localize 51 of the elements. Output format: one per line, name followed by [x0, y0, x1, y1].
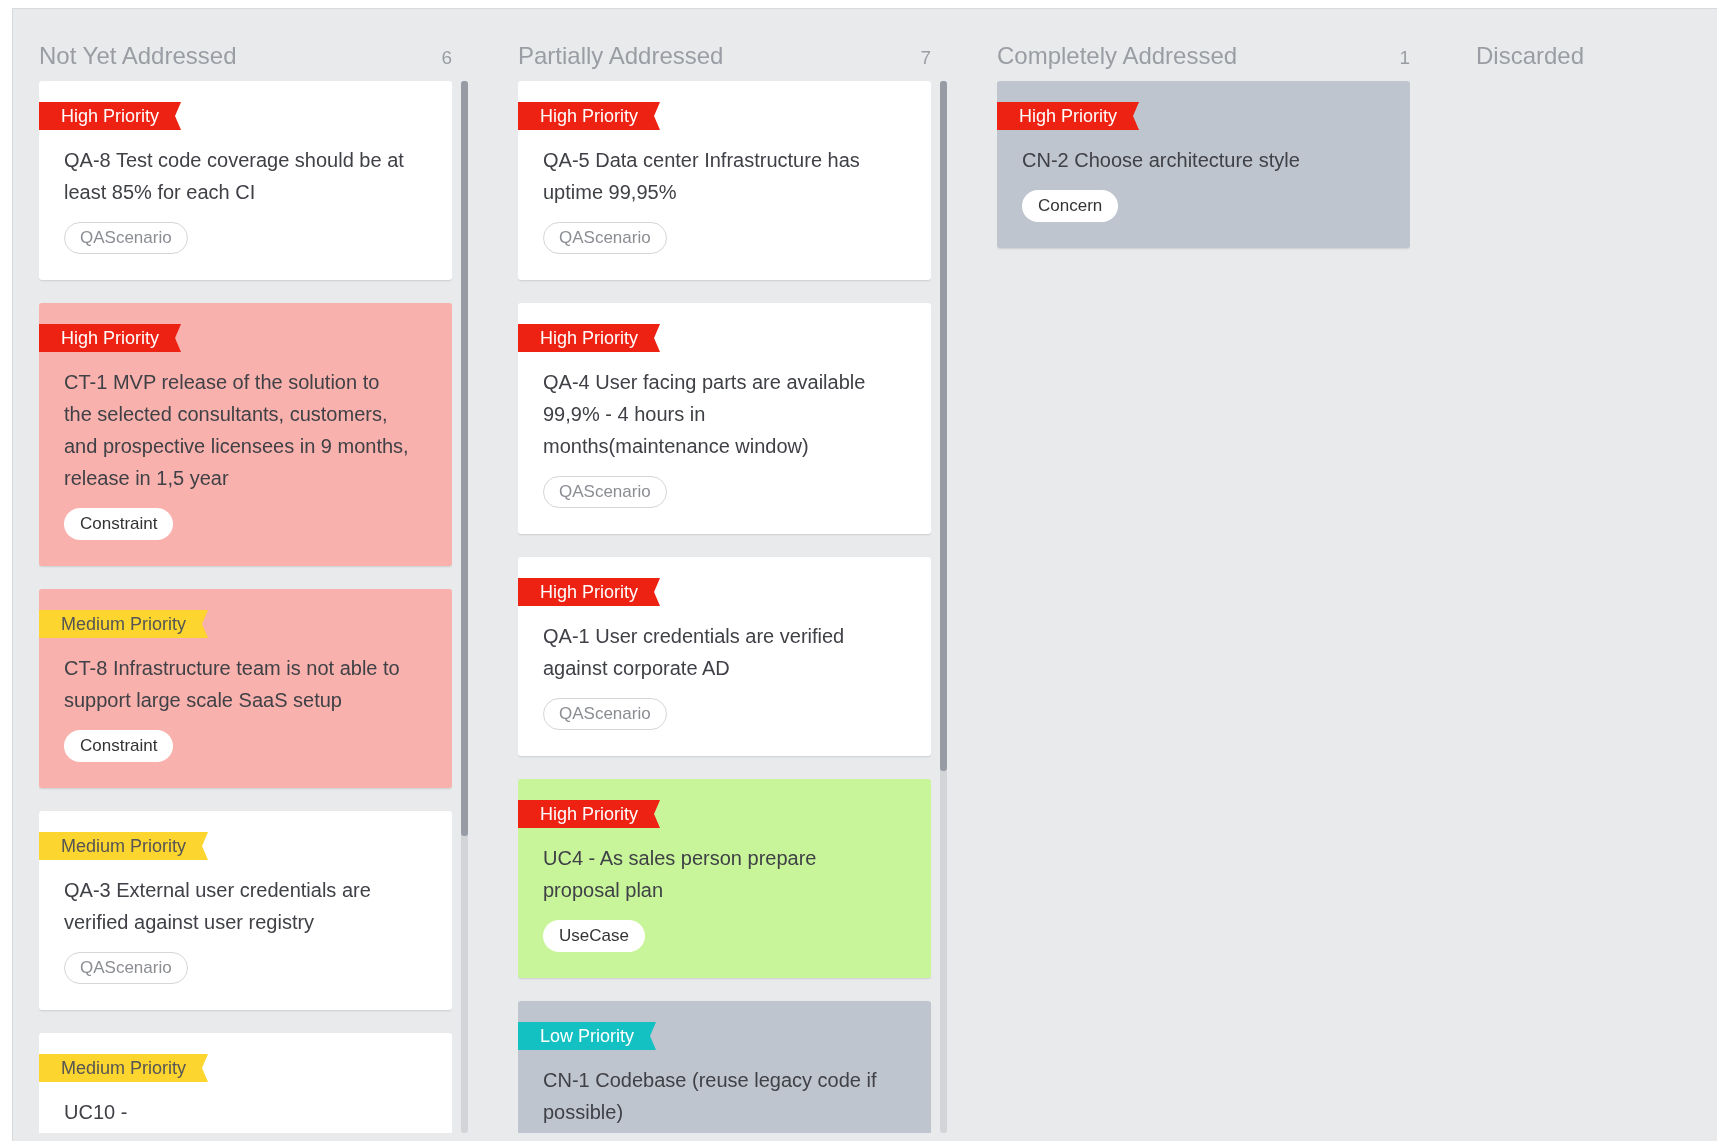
card[interactable]: Medium Priority CT-8 Infrastructure team is not able to support large scale SaaS setup Constraint [39, 589, 452, 788]
column-title: Not Yet Addressed [39, 42, 237, 70]
type-tag: QAScenario [543, 476, 667, 508]
priority-ribbon: High Priority [518, 102, 661, 130]
card[interactable]: High Priority QA-1 User credentials are verified against corporate AD QAScenario [518, 557, 931, 756]
card-title: UC4 - As sales person prepare proposal plan [543, 846, 818, 903]
card-title: QA-3 External user credentials are verified against user registry [64, 878, 372, 935]
priority-ribbon: High Priority [39, 324, 182, 352]
card[interactable]: High Priority QA-8 Test code coverage should be at least 85% for each CI QAScenario [39, 81, 452, 280]
type-tag: UseCase [543, 920, 645, 952]
card-title: CN-1 Codebase (reuse legacy code if possible) [543, 1068, 878, 1125]
priority-ribbon: Medium Priority [39, 832, 209, 860]
card[interactable]: High Priority CN-2 Choose architecture style Concern [997, 81, 1410, 248]
type-tag: QAScenario [64, 222, 188, 254]
priority-ribbon: Medium Priority [39, 610, 209, 638]
card-title: CN-2 Choose architecture style [1022, 148, 1301, 173]
card-count: 7 [920, 47, 931, 69]
card-title: UC10 - [64, 1100, 129, 1125]
card-count: 1 [1399, 47, 1410, 69]
column-title: Discarded [1476, 42, 1585, 70]
type-tag: QAScenario [543, 222, 667, 254]
type-tag: Constraint [64, 730, 174, 762]
card[interactable]: Low Priority CN-1 Codebase (reuse legacy code if possible) [518, 1001, 931, 1133]
type-tag: QAScenario [64, 952, 188, 984]
card-title: QA-8 Test code coverage should be at least 85% for each CI [64, 148, 405, 205]
card[interactable]: Medium Priority QA-3 External user credentials are verified against user registry QAScenario [39, 811, 452, 1010]
priority-ribbon: Low Priority [518, 1022, 657, 1050]
priority-ribbon: Medium Priority [39, 1054, 209, 1082]
card-title: CT-8 Infrastructure team is not able to support large scale SaaS setup [64, 656, 401, 713]
type-tag: Constraint [64, 508, 174, 540]
card[interactable]: High Priority CT-1 MVP release of the solution to the selected consultants, customers, and prospective licensees in 9 months, release in 1,5 year Constraint [39, 303, 452, 566]
priority-ribbon: High Priority [518, 578, 661, 606]
type-tag: QAScenario [543, 698, 667, 730]
card-title: QA-5 Data center Infrastructure has uptime 99,95% [543, 148, 861, 205]
card[interactable]: High Priority QA-4 User facing parts are available 99,9% - 4 hours in months(maintenance window) QAScenario [518, 303, 931, 534]
column-title: Partially Addressed [518, 42, 724, 70]
card[interactable]: Medium Priority UC10 - [39, 1033, 452, 1133]
card-title: QA-1 User credentials are verified against corporate AD [543, 624, 846, 681]
priority-ribbon: High Priority [997, 102, 1140, 130]
type-tag: Concern [1022, 190, 1119, 222]
column-title: Completely Addressed [997, 42, 1238, 70]
card[interactable]: High Priority UC4 - As sales person prepare proposal plan UseCase [518, 779, 931, 978]
card-title: QA-4 User facing parts are available 99,9% - 4 hours in months(maintenance window) [543, 370, 867, 459]
priority-ribbon: High Priority [518, 800, 661, 828]
priority-ribbon: High Priority [39, 102, 182, 130]
scrollbar[interactable] [461, 81, 468, 1133]
priority-ribbon: High Priority [518, 324, 661, 352]
card-count: 6 [441, 47, 452, 69]
card[interactable]: High Priority QA-5 Data center Infrastructure has uptime 99,95% QAScenario [518, 81, 931, 280]
card-title: CT-1 MVP release of the solution to the selected consultants, customers, and prospective licensees in 9 months, release in 1,5 year [64, 370, 410, 491]
scrollbar[interactable] [940, 81, 947, 1133]
